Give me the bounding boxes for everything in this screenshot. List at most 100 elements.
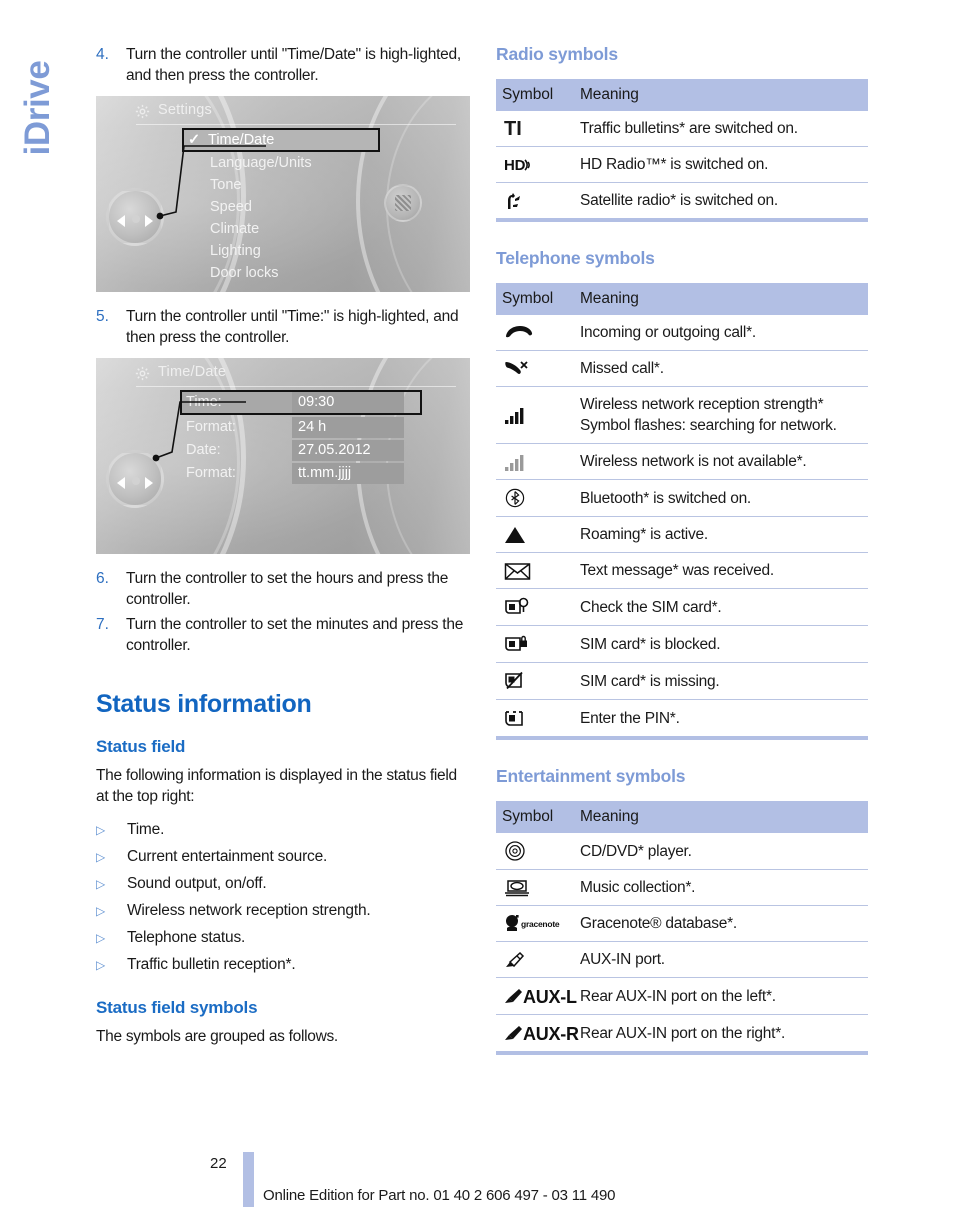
entertainment-symbols-heading: Entertainment symbols	[496, 766, 686, 786]
row-value: tt.mm.jjjj	[292, 463, 404, 484]
column-header-meaning: Meaning	[574, 283, 868, 315]
table-header-row: Symbol Meaning	[496, 79, 868, 111]
list-item: ▷ Sound output, on/off.	[96, 873, 472, 895]
table-header-row: Symbol Meaning	[496, 801, 868, 833]
menu-item-climate[interactable]: Climate	[184, 218, 384, 240]
idrive-controller-knob	[106, 450, 164, 508]
row-label: Format:	[186, 465, 236, 481]
envelope-icon	[496, 552, 574, 589]
idrive-controller-knob	[106, 188, 164, 246]
row-meaning: Missed call*.	[574, 350, 868, 387]
table-row: Wireless network reception strength* Sym…	[496, 386, 868, 444]
row-label: Format:	[186, 419, 236, 435]
radio-symbols-heading: Radio symbols	[496, 44, 618, 64]
right-column: Radio symbols Symbol Meaning TI Traffic …	[496, 44, 868, 1055]
roaming-triangle-icon	[496, 516, 574, 553]
sim-check-icon	[496, 588, 574, 626]
menu-item-tone[interactable]: Tone	[184, 174, 384, 196]
check-icon: ✓	[188, 132, 201, 148]
table-row: Satellite radio* is switched on.	[496, 183, 868, 221]
row-label: Date:	[186, 442, 221, 458]
row-meaning: Text message* was received.	[574, 552, 868, 589]
step-text: Turn the controller until "Time/Date" is…	[126, 46, 461, 84]
menu-item-speed[interactable]: Speed	[184, 196, 384, 218]
left-column: 4. Turn the controller until "Time/Date"…	[96, 44, 472, 1059]
menu-item-lighting[interactable]: Lighting	[184, 240, 384, 262]
handset-call-icon	[496, 315, 574, 351]
table-header-row: Symbol Meaning	[496, 283, 868, 315]
table-row: AUX-L Rear AUX-IN port on the left*.	[496, 977, 868, 1015]
row-meaning: Satellite radio* is switched on.	[580, 192, 778, 209]
footer-accent-bar	[243, 1152, 254, 1207]
footer-text: Online Edition for Part no. 01 40 2 606 …	[263, 1187, 616, 1204]
menu-item-language-units[interactable]: Language/Units	[184, 152, 384, 174]
table-row: SIM card* is missing.	[496, 662, 868, 700]
idrive-timedate-screenshot: Time/Date Time: 09:30 Format: 24 h Date:…	[96, 358, 470, 554]
triangle-bullet-icon: ▷	[96, 850, 106, 864]
row-time[interactable]: Time: 09:30	[180, 390, 422, 415]
list-item: 4. Turn the controller until "Time/Date"…	[96, 44, 472, 86]
settings-menu: ✓ Time/Date Language/Units Tone Speed Cli…	[182, 128, 384, 284]
table-row: AUX-R Rear AUX-IN port on the right*.	[496, 1015, 868, 1054]
svg-text:AUX-R: AUX-R	[523, 1024, 579, 1044]
table-row: Check the SIM card*.	[496, 588, 868, 626]
row-meaning: CD/DVD* player.	[574, 833, 868, 870]
row-meaning: Check the SIM card*.	[574, 588, 868, 626]
row-meaning: Gracenote® database*.	[574, 905, 868, 942]
hd-radio-icon: HD	[496, 146, 574, 183]
cd-dvd-icon	[496, 833, 574, 870]
bullet-text: Time.	[127, 821, 165, 838]
bullet-text: Telephone status.	[127, 929, 246, 946]
menu-item-door-locks[interactable]: Door locks	[184, 262, 384, 284]
row-meaning: Traffic bulletins* are switched on.	[574, 111, 868, 147]
table-row: CD/DVD* player.	[496, 833, 868, 870]
bullet-text: Sound output, on/off.	[127, 875, 267, 892]
list-item: ▷ Wireless network reception strength.	[96, 900, 472, 922]
timedate-rows: Time: 09:30 Format: 24 h Date: 27.05.201…	[180, 390, 422, 486]
list-item: 6. Turn the controller to set the hours …	[96, 568, 472, 610]
page-number: 22	[210, 1155, 227, 1172]
svg-text:gracenote: gracenote	[521, 919, 560, 929]
row-time-format[interactable]: Format: 24 h	[182, 417, 422, 438]
status-field-symbols-text: The symbols are grouped as follows.	[96, 1028, 338, 1045]
screen-title: Settings	[158, 102, 212, 118]
table-row: Missed call*.	[496, 350, 868, 387]
aux-left-icon: AUX-L	[496, 977, 577, 1015]
status-field-symbols-heading: Status field symbols	[96, 998, 258, 1017]
row-meaning: Roaming* is active.	[574, 516, 868, 553]
step-text: Turn the controller to set the minutes a…	[126, 616, 464, 654]
row-value: 24 h	[292, 417, 404, 438]
traffic-bulletin-ti-icon: TI	[496, 111, 574, 147]
table-row: Music collection*.	[496, 869, 868, 906]
screen-divider	[136, 386, 456, 387]
step-text: Turn the controller until "Time:" is hig…	[126, 308, 459, 346]
table-row: Enter the PIN*.	[496, 700, 868, 739]
triangle-bullet-icon: ▷	[96, 904, 106, 918]
row-meaning: Enter the PIN*.	[580, 709, 680, 727]
missed-call-icon	[496, 350, 574, 387]
row-meaning: Rear AUX-IN port on the left*.	[574, 977, 868, 1015]
table-row: Wireless network is not available*.	[496, 443, 868, 480]
left-arrow-icon	[117, 477, 125, 489]
row-date[interactable]: Date: 27.05.2012	[182, 440, 422, 461]
bullet-text: Current entertainment source.	[127, 848, 328, 865]
left-arrow-icon	[117, 215, 125, 227]
table-row: gracenote Gracenote® database*.	[496, 905, 868, 942]
row-meaning: AUX-IN port.	[574, 941, 868, 978]
list-item: 5. Turn the controller until "Time:" is …	[96, 306, 472, 348]
bluetooth-icon	[496, 479, 574, 517]
sim-missing-icon	[496, 662, 574, 700]
row-date-format[interactable]: Format: tt.mm.jjjj	[182, 463, 422, 484]
page-title: Status information	[96, 690, 312, 718]
menu-item-time-date[interactable]: ✓ Time/Date	[182, 128, 380, 152]
row-meaning: HD Radio™* is switched on.	[574, 146, 868, 183]
idrive-settings-screenshot: Settings ✓ Time/Date Language/Units Tone …	[96, 96, 470, 292]
column-header-symbol: Symbol	[496, 283, 574, 315]
list-item: ▷ Traffic bulletin reception*.	[96, 954, 472, 976]
row-meaning: Wireless network is not available*.	[574, 443, 868, 480]
gear-icon	[134, 365, 151, 382]
step-number: 7.	[96, 616, 109, 633]
row-label: Time:	[182, 392, 292, 413]
signal-bars-grey-icon	[496, 443, 574, 480]
table-row: AUX-IN port.	[496, 941, 868, 978]
